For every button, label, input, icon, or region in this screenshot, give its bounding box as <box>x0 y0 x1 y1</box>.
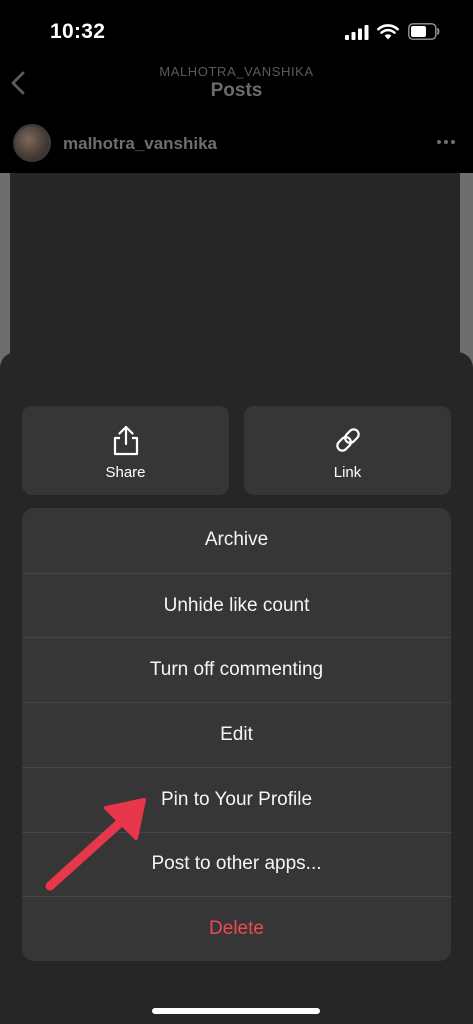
battery-icon <box>408 23 440 40</box>
menu-item-turn-off-commenting[interactable]: Turn off commenting <box>22 637 451 702</box>
annotation-arrow-icon <box>45 798 146 891</box>
menu-item-unhide-like-count[interactable]: Unhide like count <box>22 572 451 638</box>
cellular-signal-icon <box>345 25 369 40</box>
post-header: malhotra_vanshika <box>0 120 473 170</box>
avatar[interactable] <box>13 124 51 162</box>
page-title: Posts <box>210 80 263 101</box>
post-image-content <box>10 173 460 373</box>
wifi-icon <box>377 24 399 40</box>
status-bar: 10:32 <box>0 0 473 60</box>
options-sheet: Share Link Archive Unhide like count Tur… <box>0 352 473 1024</box>
share-icon <box>22 424 229 458</box>
menu-item-delete[interactable]: Delete <box>22 896 451 961</box>
menu-item-edit[interactable]: Edit <box>22 702 451 767</box>
post-username[interactable]: malhotra_vanshika <box>63 134 217 154</box>
status-time: 10:32 <box>50 20 106 43</box>
header-subtitle: MALHOTRA_VANSHIKA <box>159 64 314 79</box>
link-label: Link <box>333 464 362 481</box>
home-indicator[interactable] <box>152 1008 320 1014</box>
menu-item-archive[interactable]: Archive <box>22 508 451 573</box>
post-image <box>0 173 473 373</box>
link-button[interactable]: Link <box>244 406 451 495</box>
link-icon <box>244 424 451 458</box>
share-button[interactable]: Share <box>22 406 229 495</box>
more-horizontal-icon[interactable] <box>436 138 456 146</box>
share-label: Share <box>105 464 146 481</box>
header: MALHOTRA_VANSHIKA Posts <box>0 60 473 115</box>
